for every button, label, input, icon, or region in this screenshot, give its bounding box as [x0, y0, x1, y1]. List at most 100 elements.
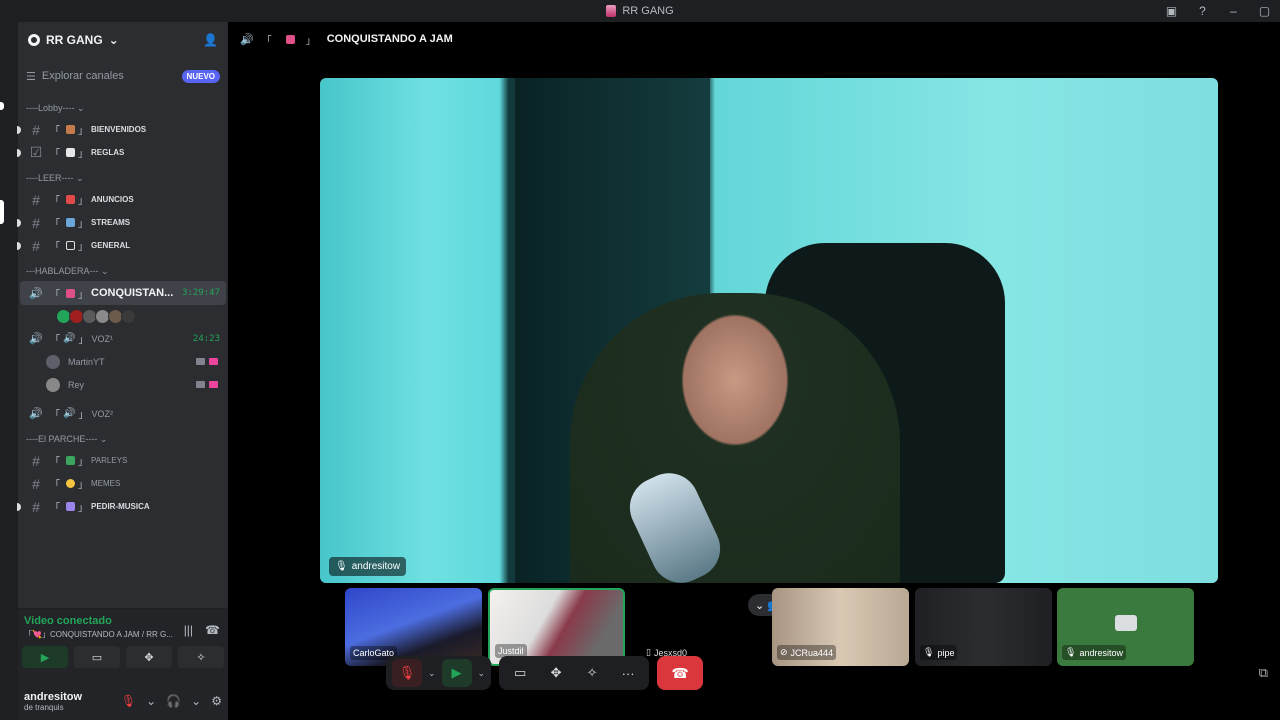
- channel-parleys[interactable]: # 「」 PARLEYS: [20, 449, 226, 472]
- stage-header: 🔊 「」 CONQUISTANDO A JAM: [240, 33, 453, 47]
- channel-general[interactable]: # 「」 GENERAL: [17, 234, 226, 257]
- discord-logo-icon: [606, 5, 617, 17]
- mic-muted-icon: 🎙: [923, 647, 935, 657]
- server-gear-icon: [28, 34, 40, 46]
- headphones-icon[interactable]: 🎧: [166, 694, 181, 708]
- participant-tile-self[interactable]: 🎙 andresitow: [1057, 588, 1194, 666]
- channel-reglas[interactable]: ☑ 「」 REGLAS: [17, 141, 226, 164]
- main-video-feed[interactable]: 🎙 andresitow: [320, 78, 1218, 583]
- noise-suppression-icon[interactable]: |||: [184, 623, 193, 637]
- speaker-icon: 🔊: [240, 33, 254, 46]
- voice-user[interactable]: Rey: [18, 373, 228, 396]
- voice-channel-link[interactable]: 「💘」CONQUISTANDO A JAM / RR G...: [24, 629, 173, 640]
- maximize-button[interactable]: ▢: [1249, 4, 1280, 18]
- server-header[interactable]: RR GANG ⌄ 👤: [18, 22, 228, 58]
- participant-tile[interactable]: ▯ Jesxsd0: [631, 588, 768, 666]
- hash-icon: #: [32, 475, 40, 492]
- voice-stage: 🔊 「」 CONQUISTANDO A JAM 🎙 andresitow Car…: [228, 22, 1280, 720]
- disconnect-icon[interactable]: ☎: [205, 623, 220, 637]
- stream-icon: [209, 358, 218, 365]
- user-info[interactable]: andresitow de tranquis: [24, 691, 82, 712]
- chevron-down-icon[interactable]: ⌄: [428, 668, 436, 679]
- channel-memes[interactable]: # 「」 MEMES: [20, 472, 226, 495]
- camera-toggle-button[interactable]: ▶: [441, 659, 472, 687]
- laugh-emoji-icon: [66, 479, 75, 488]
- page-emoji-icon: [66, 148, 75, 157]
- streamer: [570, 293, 900, 583]
- avatar: [46, 377, 60, 392]
- participant-tile[interactable]: 🎙 pipe: [915, 588, 1052, 666]
- window-title: RR GANG: [606, 5, 674, 17]
- rules-icon: ☑: [29, 144, 43, 160]
- help-icon[interactable]: ?: [1187, 4, 1218, 18]
- camera-toggle-button[interactable]: ▶: [22, 646, 68, 668]
- camera-icon: [196, 358, 205, 365]
- more-options-button[interactable]: ···: [613, 659, 643, 687]
- av-controls: 🎙 ⌄ ▶ ⌄: [386, 656, 492, 690]
- soundboard-button[interactable]: ✧: [178, 646, 224, 668]
- voice-channel-conquistando[interactable]: 🔊 「」 CONQUISTAN... 3:29:47: [20, 281, 226, 305]
- avatar[interactable]: [121, 308, 136, 324]
- explore-channels[interactable]: ☰ Explorar canales NUEVO: [18, 58, 228, 94]
- category-leer[interactable]: ----LEER---- ⌄: [18, 168, 228, 188]
- alert-emoji-icon: [66, 195, 75, 204]
- soundboard-button[interactable]: ✧: [577, 659, 607, 687]
- participant-tile[interactable]: CarloGato: [345, 588, 482, 666]
- participant-tile[interactable]: ⊘ JCRua444: [772, 588, 909, 666]
- channel-anuncios[interactable]: # 「」 ANUNCIOS: [20, 188, 226, 211]
- envelope-emoji-icon: [66, 241, 75, 250]
- inbox-icon[interactable]: ▣: [1156, 4, 1187, 18]
- hash-icon: #: [32, 498, 40, 515]
- heart-emoji-icon: [66, 288, 75, 298]
- chevron-down-icon[interactable]: ⌄: [146, 694, 156, 708]
- hash-icon: #: [32, 191, 40, 208]
- voice-connected-panel: Video conectado 「💘」CONQUISTANDO A JAM / …: [18, 608, 228, 682]
- voice-timer: 3:29:47: [182, 288, 220, 298]
- hash-icon: #: [32, 452, 40, 469]
- settings-gear-icon[interactable]: ⚙: [211, 694, 222, 708]
- category-habladera[interactable]: ---HABLADERA--- ⌄: [18, 261, 228, 281]
- voice-channel-voz1[interactable]: 🔊 「🔊」 VOZ¹ 24:23: [20, 327, 226, 350]
- speaker-icon: 🔊: [29, 333, 43, 345]
- activities-button[interactable]: ✥: [126, 646, 172, 668]
- voice-timer: 24:23: [192, 333, 220, 344]
- disconnect-button[interactable]: ☎: [657, 656, 704, 690]
- category-lobby[interactable]: ----Lobby---- ⌄: [18, 98, 228, 118]
- voice-channel-voz2[interactable]: 🔊 「🔊」 VOZ²: [20, 402, 226, 425]
- channel-streams[interactable]: # 「」 STREAMS: [17, 211, 226, 234]
- server-indicator-active: [0, 200, 4, 224]
- category-parche[interactable]: ----El PARCHE---- ⌄: [18, 429, 228, 449]
- server-rail: [0, 22, 18, 720]
- chevron-down-icon[interactable]: ⌄: [191, 694, 201, 708]
- invite-member-icon[interactable]: 👤: [203, 33, 218, 47]
- stage-title: CONQUISTANDO A JAM: [326, 33, 453, 45]
- server-name: RR GANG: [46, 33, 103, 47]
- chevron-down-icon: ⌄: [108, 33, 119, 47]
- server-indicator: [0, 102, 4, 110]
- new-badge: NUEVO: [181, 69, 220, 83]
- screen-share-button[interactable]: ▭: [74, 646, 120, 668]
- door-emoji-icon: [66, 125, 75, 134]
- voice-participants[interactable]: [18, 305, 228, 327]
- voice-status[interactable]: Video conectado: [24, 615, 173, 627]
- stream-icon: [209, 381, 218, 388]
- speaker-icon: 🔊: [29, 287, 43, 300]
- camera-icon: [196, 381, 205, 388]
- channel-pedir-musica[interactable]: # 「」 PEDIR-MUSICA: [17, 495, 226, 518]
- hash-icon: #: [32, 214, 40, 231]
- mic-toggle-button[interactable]: 🎙: [392, 659, 422, 687]
- voice-user[interactable]: MartinYT: [18, 350, 228, 373]
- mic-muted-icon[interactable]: 🎙: [121, 694, 136, 708]
- popout-icon[interactable]: ⧉: [1259, 665, 1268, 681]
- activities-button[interactable]: ✥: [541, 659, 571, 687]
- title-bar: RR GANG ▣ ? – ▢: [0, 0, 1280, 22]
- minimize-button[interactable]: –: [1218, 4, 1249, 18]
- participant-tile-speaking[interactable]: Justdil: [488, 588, 625, 666]
- deafened-icon: ⊘: [780, 647, 788, 657]
- hash-icon: #: [32, 121, 40, 138]
- channel-bienvenidos[interactable]: # 「」 BIENVENIDOS: [17, 118, 226, 141]
- camera-icon: [1115, 615, 1137, 631]
- chevron-down-icon[interactable]: ⌄: [478, 668, 486, 679]
- screen-share-button[interactable]: ▭: [505, 659, 535, 687]
- speaker-icon: 🔊: [29, 408, 43, 420]
